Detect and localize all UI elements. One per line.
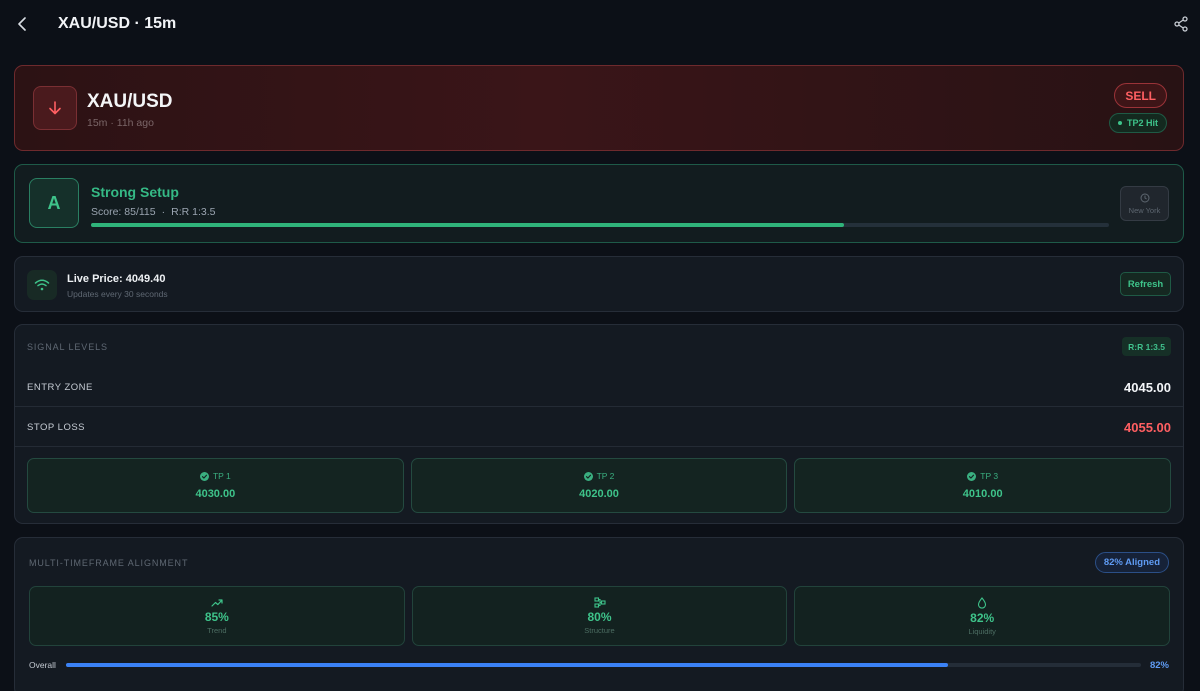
mtf-alignment-card: MULTI-TIMEFRAME ALIGNMENT 82% Aligned 85…: [14, 537, 1184, 691]
status-dot-icon: [1117, 121, 1122, 125]
clock-icon: [1140, 193, 1149, 202]
setup-grade-card: A Strong Setup Score: 85/115 · R:R 1:3.5…: [14, 164, 1184, 243]
grade-letter: A: [29, 178, 79, 228]
symbol-title: XAU/USD: [87, 91, 173, 112]
mtf-label: Trend: [207, 625, 227, 635]
rr-chip: R:R 1:3.5: [1122, 337, 1171, 356]
live-indicator: [27, 270, 57, 300]
top-bar: XAU/USD · 15m: [0, 0, 1200, 50]
mtf-grid: 85% Trend 80% Structure 82% Liquidity: [29, 586, 1171, 646]
take-profit-grid: TP 1 4030.00 TP 2 4020.00 TP 3 4010.00: [27, 458, 1172, 513]
stop-loss-value: 4055.00: [1124, 419, 1171, 435]
back-button[interactable]: [12, 13, 34, 35]
wifi-icon: [34, 279, 50, 291]
aligned-chip: 82% Aligned: [1094, 552, 1169, 573]
trend-icon: [211, 598, 223, 607]
refresh-button[interactable]: Refresh: [1120, 272, 1171, 296]
take-profit-2: TP 2 4020.00: [410, 458, 788, 513]
share-button[interactable]: [1172, 15, 1190, 33]
stop-loss-row: STOP LOSS 4055.00: [15, 408, 1183, 447]
arrow-down-icon: [49, 101, 61, 115]
check-circle-icon: [583, 471, 593, 481]
share-icon: [1174, 16, 1188, 32]
session-button[interactable]: New York: [1120, 186, 1169, 221]
entry-zone-row: ENTRY ZONE 4045.00: [15, 368, 1183, 407]
overall-value: 82%: [1149, 660, 1169, 671]
mtf-structure: 80% Structure: [411, 586, 788, 646]
mtf-trend: 85% Trend: [29, 586, 405, 646]
take-profit-label: TP 2: [596, 471, 615, 481]
take-profit-value: 4030.00: [195, 488, 236, 500]
live-price: Live Price: 4049.40: [67, 273, 166, 285]
chevron-left-icon: [18, 17, 26, 31]
mtf-value: 85%: [204, 609, 229, 624]
signal-header-card: XAU/USD 15m · 11h ago SELL TP2 Hit: [14, 65, 1184, 151]
grade-rr: R:R 1:3.5: [171, 206, 216, 218]
stop-loss-label: STOP LOSS: [27, 421, 86, 433]
entry-zone-label: ENTRY ZONE: [27, 381, 93, 393]
grade-progress-track: [91, 223, 1109, 227]
live-price-card: Live Price: 4049.40 Updates every 30 sec…: [14, 256, 1184, 312]
take-profit-value: 4020.00: [579, 488, 619, 500]
status-badge: TP2 Hit: [1108, 113, 1167, 133]
overall-progress-track: [66, 663, 1141, 667]
take-profit-label: TP 1: [212, 471, 231, 481]
signal-meta: 15m · 11h ago: [87, 117, 154, 129]
direction-indicator: [33, 86, 77, 130]
structure-icon: [593, 597, 606, 608]
grade-progress-fill: [91, 223, 845, 227]
check-circle-icon: [967, 471, 977, 481]
mtf-value: 80%: [587, 610, 612, 624]
mtf-label: Structure: [584, 626, 615, 635]
take-profit-3: TP 3 4010.00: [794, 458, 1172, 513]
page-title: XAU/USD · 15m: [58, 15, 177, 32]
overall-progress-fill: [66, 663, 948, 667]
mtf-label: Liquidity: [968, 626, 996, 636]
take-profit-label: TP 3: [980, 471, 999, 481]
grade-separator: ·: [161, 206, 166, 218]
grade-title: Strong Setup: [91, 184, 179, 200]
grade-meta: Score: 85/115 · R:R 1:3.5: [91, 206, 215, 218]
signal-levels-title: SIGNAL LEVELS: [27, 342, 108, 352]
direction-badge: SELL: [1114, 83, 1167, 108]
overall-label: Overall: [29, 660, 56, 670]
check-circle-icon: [199, 471, 209, 481]
liquidity-icon: [978, 596, 987, 609]
take-profit-value: 4010.00: [962, 488, 1003, 500]
grade-score: Score: 85/115: [91, 206, 156, 218]
signal-levels-card: SIGNAL LEVELS R:R 1:3.5 ENTRY ZONE 4045.…: [14, 324, 1184, 524]
mtf-value: 82%: [970, 610, 995, 625]
live-price-subtitle: Updates every 30 seconds: [67, 289, 168, 299]
entry-zone-value: 4045.00: [1124, 379, 1171, 395]
session-label: New York: [1128, 205, 1161, 215]
take-profit-1: TP 1 4030.00: [27, 458, 404, 513]
mtf-title: MULTI-TIMEFRAME ALIGNMENT: [29, 558, 189, 568]
mtf-liquidity: 82% Liquidity: [794, 586, 1171, 646]
status-badge-label: TP2 Hit: [1126, 118, 1158, 128]
